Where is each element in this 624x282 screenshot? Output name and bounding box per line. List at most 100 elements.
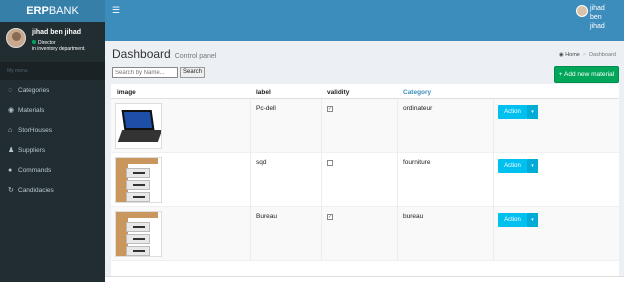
home-icon: ⌂	[8, 126, 13, 134]
sidebar-user-name: jihad ben jihad	[32, 29, 82, 36]
row-label: Bureau	[256, 213, 277, 220]
sidebar-avatar	[6, 28, 26, 48]
action-button[interactable]: Action	[498, 213, 527, 227]
material-image-laptop	[115, 103, 162, 149]
column-header-label: label	[256, 89, 271, 96]
content-header: Dashboard Control panel	[112, 47, 216, 61]
row-category: ordinateur	[403, 105, 433, 112]
circle-icon: ●	[8, 166, 13, 174]
sidebar-item-suppliers[interactable]: ♟ Suppliers	[0, 140, 105, 160]
column-divider	[493, 207, 494, 261]
column-divider	[250, 99, 251, 153]
drawer	[126, 180, 150, 190]
column-header-validity: validity	[327, 89, 350, 96]
drawer	[126, 222, 150, 232]
breadcrumb-separator: >	[582, 52, 587, 58]
sidebar-menu: ◌ Categories ◉ Materials ⌂ StorHouses ♟ Supp…	[0, 80, 105, 200]
online-status-icon	[32, 40, 36, 44]
drawer-handle	[133, 196, 145, 198]
sidebar-item-categories[interactable]: ◌ Categories	[0, 80, 105, 100]
row-label: Pc-dell	[256, 105, 276, 112]
sidebar-item-candidacies[interactable]: ↻ Candidacies	[0, 180, 105, 200]
page-footer	[105, 276, 624, 282]
logo-rest: BANK	[48, 5, 79, 17]
department-label: in inventory department.	[32, 46, 86, 52]
page-title: Dashboard	[112, 47, 171, 61]
material-image-drawers	[115, 211, 162, 257]
user-menu[interactable]: jihad ben jihad	[576, 4, 612, 31]
drawer-handle	[133, 184, 145, 186]
sidebar-item-storhouses[interactable]: ⌂ StorHouses	[0, 120, 105, 140]
search-button[interactable]: Search	[180, 67, 205, 78]
refresh-icon: ↻	[8, 187, 14, 194]
breadcrumb: ◉ Home > Dashboard	[559, 52, 616, 58]
column-divider	[321, 207, 322, 261]
drawer-handle	[133, 238, 145, 240]
bars-icon[interactable]: ☰	[112, 5, 120, 16]
table-row: Bureau ✓ bureau Action ▾	[111, 207, 619, 261]
drawer	[126, 234, 150, 244]
column-divider	[321, 99, 322, 153]
sidebar-item-materials[interactable]: ◉ Materials	[0, 100, 105, 120]
validity-checkbox[interactable]	[327, 160, 333, 166]
column-divider	[321, 153, 322, 207]
drawer-wood-top	[124, 212, 158, 218]
sidebar-item-label: Commands	[18, 166, 52, 174]
row-category: fourniture	[403, 159, 431, 166]
circle-o-notch-icon: ◌	[8, 86, 13, 94]
plus-icon: +	[558, 71, 563, 78]
drawer-wood-top	[124, 158, 158, 164]
drawer	[126, 246, 150, 256]
column-header-category[interactable]: Category	[403, 89, 431, 96]
laptop-base	[117, 130, 161, 142]
sidebar-item-label: Candidacies	[18, 186, 54, 194]
app-logo[interactable]: ERPBANK	[0, 0, 105, 22]
row-category: bureau	[403, 213, 424, 220]
validity-checkbox[interactable]: ✓	[327, 214, 333, 220]
sidebar: jihad ben jihad Director in inventory de…	[0, 22, 105, 282]
caret-down-icon[interactable]: ▾	[527, 159, 538, 173]
validity-checkbox[interactable]: ✓	[327, 106, 333, 112]
menu-header: My menu	[0, 62, 105, 80]
drawer-handle	[133, 172, 145, 174]
column-header-image: image	[117, 89, 136, 96]
action-button[interactable]: Action	[498, 105, 527, 119]
avatar	[576, 5, 588, 17]
material-image-drawers	[115, 157, 162, 203]
sidebar-item-label: Suppliers	[18, 146, 46, 154]
drawer	[126, 192, 150, 202]
laptop-screen	[121, 110, 155, 130]
add-material-label: Add new material	[564, 71, 615, 78]
page-subtitle: Control panel	[174, 53, 217, 60]
breadcrumb-home[interactable]: Home	[565, 52, 580, 58]
top-navbar: ☰ jihad ben jihad	[105, 0, 624, 41]
user-panel: jihad ben jihad Director in inventory de…	[0, 22, 105, 62]
camera-icon: ◉	[8, 107, 15, 114]
column-divider	[397, 207, 398, 261]
column-divider	[250, 207, 251, 261]
table-row: sqd fourniture Action ▾	[111, 153, 619, 207]
user-menu-name: jihad ben jihad	[590, 5, 605, 30]
drawer	[126, 168, 150, 178]
sidebar-item-label: Materials	[18, 106, 45, 114]
user-role: Director in inventory department.	[32, 40, 86, 52]
sidebar-item-label: StorHouses	[18, 126, 52, 134]
caret-down-icon[interactable]: ▾	[527, 105, 538, 119]
user-icon: ♟	[8, 147, 15, 154]
column-divider	[397, 99, 398, 153]
drawer-handle	[133, 226, 145, 228]
sidebar-item-commands[interactable]: ● Commands	[0, 160, 105, 180]
table-row: Pc-dell ✓ ordinateur Action ▾	[111, 99, 619, 153]
sidebar-item-label: Categories	[18, 86, 50, 94]
column-divider	[397, 153, 398, 207]
logo-bold: ERP	[26, 5, 49, 17]
row-label: sqd	[256, 159, 267, 166]
search-input[interactable]	[112, 67, 178, 78]
add-material-button[interactable]: + Add new material	[554, 66, 619, 83]
caret-down-icon[interactable]: ▾	[527, 213, 538, 227]
column-divider	[493, 153, 494, 207]
action-button[interactable]: Action	[498, 159, 527, 173]
breadcrumb-current: Dashboard	[589, 52, 616, 58]
dashboard-icon: ◉	[558, 52, 564, 58]
column-divider	[493, 99, 494, 153]
